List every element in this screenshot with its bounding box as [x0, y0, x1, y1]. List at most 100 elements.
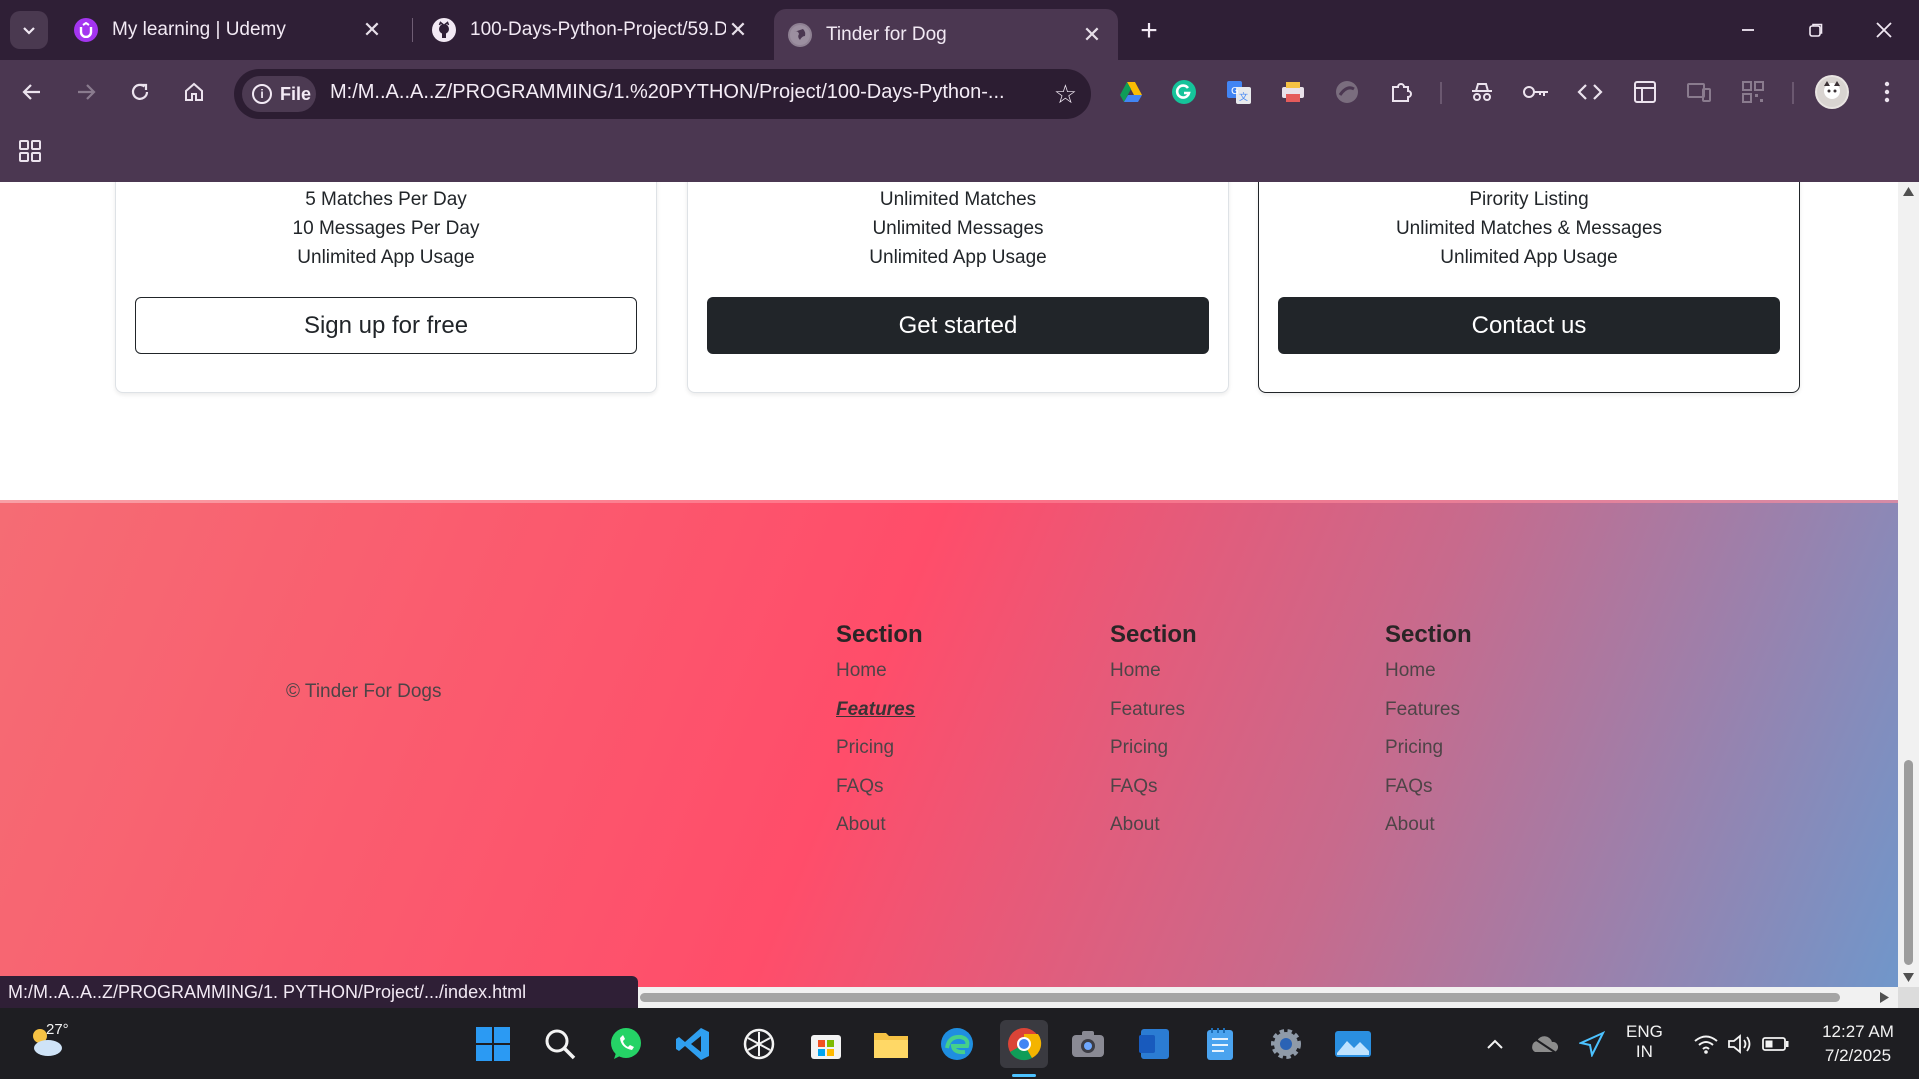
- menu-kebab-icon[interactable]: [1870, 75, 1904, 109]
- footer-link-faqs[interactable]: FAQs: [1110, 776, 1197, 815]
- grammarly-icon[interactable]: [1167, 75, 1201, 109]
- tab-strip: My learning | Udemy ✕ 100-Days-Python-Pr…: [0, 0, 1919, 60]
- pricing-features: Unlimited Matches Unlimited Messages Unl…: [688, 185, 1228, 272]
- toolbar-separator: [1440, 82, 1442, 104]
- tab-tinder-for-dog[interactable]: Tinder for Dog ✕: [774, 9, 1118, 60]
- footer-link-features[interactable]: Features: [836, 699, 923, 738]
- print-extension-icon[interactable]: [1276, 75, 1310, 109]
- page-viewport: 5 Matches Per Day 10 Messages Per Day Un…: [0, 182, 1898, 987]
- tab-github[interactable]: 100-Days-Python-Project/59.Da ✕: [418, 9, 764, 51]
- reload-button[interactable]: [122, 74, 158, 110]
- footer-link-home[interactable]: Home: [1110, 660, 1197, 699]
- get-started-button[interactable]: Get started: [707, 297, 1209, 354]
- toolbar-separator: [1792, 82, 1794, 104]
- site-info-chip[interactable]: i File: [242, 76, 316, 112]
- footer-link-pricing[interactable]: Pricing: [1385, 737, 1472, 776]
- udemy-icon: [74, 18, 98, 42]
- clock-date: 7/2/2025: [1824, 1046, 1892, 1065]
- sign-up-for-free-button[interactable]: Sign up for free: [135, 297, 637, 354]
- forward-button[interactable]: [68, 74, 104, 110]
- profile-avatar[interactable]: [1815, 75, 1849, 109]
- volume-icon[interactable]: [1720, 1024, 1760, 1064]
- pricing-card-pro: Unlimited Matches Unlimited Messages Unl…: [687, 182, 1229, 393]
- url-text[interactable]: M:/M..A..A..Z/PROGRAMMING/1.%20PYTHON/Pr…: [330, 81, 1005, 104]
- footer-link-about[interactable]: About: [1110, 814, 1197, 853]
- bookmark-star-icon[interactable]: ☆: [1054, 79, 1077, 110]
- address-bar[interactable]: i File M:/M..A..A..Z/PROGRAMMING/1.%20PY…: [234, 69, 1091, 119]
- windows-taskbar: 27° ENG IN 12:27 AM 7/2/2025: [0, 1008, 1919, 1079]
- footer-link-features[interactable]: Features: [1385, 699, 1472, 738]
- close-icon[interactable]: ✕: [726, 17, 750, 42]
- word-taskbar-icon[interactable]: [1134, 1024, 1174, 1064]
- google-translate-icon[interactable]: G文: [1222, 75, 1256, 109]
- language-indicator[interactable]: ENG IN: [1626, 1022, 1663, 1062]
- vertical-scroll-thumb[interactable]: [1904, 760, 1913, 965]
- chevron-up-icon[interactable]: [1475, 1024, 1515, 1064]
- footer-link-home[interactable]: Home: [1385, 660, 1472, 699]
- onedrive-icon[interactable]: [1524, 1024, 1564, 1064]
- devices-icon[interactable]: [1682, 75, 1716, 109]
- new-tab-button[interactable]: +: [1132, 14, 1166, 48]
- whatsapp-taskbar-icon[interactable]: [606, 1024, 646, 1064]
- qr-code-icon[interactable]: [1736, 75, 1770, 109]
- feature-item: Unlimited Matches & Messages: [1395, 218, 1663, 239]
- home-button[interactable]: [176, 74, 212, 110]
- tab-udemy[interactable]: My learning | Udemy ✕: [60, 9, 398, 51]
- google-drive-icon[interactable]: [1114, 75, 1148, 109]
- footer-link-about[interactable]: About: [1385, 814, 1472, 853]
- photos-taskbar-icon[interactable]: [1333, 1024, 1373, 1064]
- close-icon[interactable]: ✕: [360, 17, 384, 42]
- feature-item: Unlimited App Usage: [869, 247, 1047, 268]
- edge-taskbar-icon[interactable]: [937, 1024, 977, 1064]
- scroll-down-icon[interactable]: [1903, 973, 1914, 982]
- extensions-puzzle-icon[interactable]: [1385, 75, 1419, 109]
- apps-grid-icon[interactable]: [18, 139, 42, 168]
- pricing-features: 5 Matches Per Day 10 Messages Per Day Un…: [116, 185, 656, 272]
- footer-link-home[interactable]: Home: [836, 660, 923, 699]
- start-button[interactable]: [473, 1024, 513, 1064]
- footer-link-features[interactable]: Features: [1110, 699, 1197, 738]
- settings-taskbar-icon[interactable]: [1266, 1024, 1306, 1064]
- svg-text:文: 文: [1239, 91, 1248, 103]
- chrome-taskbar-icon[interactable]: [1000, 1020, 1048, 1068]
- scroll-right-icon[interactable]: [1880, 992, 1889, 1003]
- horizontal-scroll-thumb[interactable]: [640, 993, 1840, 1002]
- restore-button[interactable]: [1788, 10, 1844, 50]
- chatgpt-taskbar-icon[interactable]: [739, 1024, 779, 1064]
- camera-taskbar-icon[interactable]: [1068, 1024, 1108, 1064]
- send-arrow-icon[interactable]: [1572, 1024, 1612, 1064]
- layout-icon[interactable]: [1628, 75, 1662, 109]
- vscode-taskbar-icon[interactable]: [673, 1024, 713, 1064]
- footer-link-pricing[interactable]: Pricing: [1110, 737, 1197, 776]
- minimize-button[interactable]: [1720, 10, 1776, 50]
- blocker-extension-icon[interactable]: [1330, 75, 1364, 109]
- contact-us-button[interactable]: Contact us: [1278, 297, 1780, 354]
- search-button[interactable]: [540, 1024, 580, 1064]
- footer-link-about[interactable]: About: [836, 814, 923, 853]
- svg-text:G: G: [1231, 86, 1239, 97]
- file-explorer-taskbar-icon[interactable]: [871, 1024, 911, 1064]
- battery-icon[interactable]: [1756, 1024, 1796, 1064]
- footer-link-faqs[interactable]: FAQs: [836, 776, 923, 815]
- microsoft-store-taskbar-icon[interactable]: [806, 1024, 846, 1064]
- incognito-icon[interactable]: [1465, 75, 1499, 109]
- clock[interactable]: 12:27 AM 7/2/2025: [1808, 1020, 1908, 1068]
- code-icon[interactable]: [1573, 75, 1607, 109]
- feature-item: 10 Messages Per Day: [292, 218, 480, 239]
- key-icon[interactable]: [1519, 75, 1553, 109]
- tab-search-button[interactable]: [10, 11, 48, 49]
- footer-link-faqs[interactable]: FAQs: [1385, 776, 1472, 815]
- footer-link-pricing[interactable]: Pricing: [836, 737, 923, 776]
- scroll-up-icon[interactable]: [1903, 187, 1914, 196]
- tab-title: My learning | Udemy: [112, 19, 286, 40]
- close-window-button[interactable]: [1856, 10, 1912, 50]
- search-icon: [545, 1029, 576, 1060]
- back-button[interactable]: [14, 74, 50, 110]
- vertical-scrollbar[interactable]: [1898, 182, 1919, 987]
- feature-item: Unlimited Messages: [872, 218, 1044, 239]
- copyright-text: © Tinder For Dogs: [286, 681, 442, 702]
- bookmark-bar: [0, 125, 1919, 182]
- site-info-label: File: [280, 83, 312, 104]
- notepad-taskbar-icon[interactable]: [1200, 1024, 1240, 1064]
- close-icon[interactable]: ✕: [1080, 22, 1104, 47]
